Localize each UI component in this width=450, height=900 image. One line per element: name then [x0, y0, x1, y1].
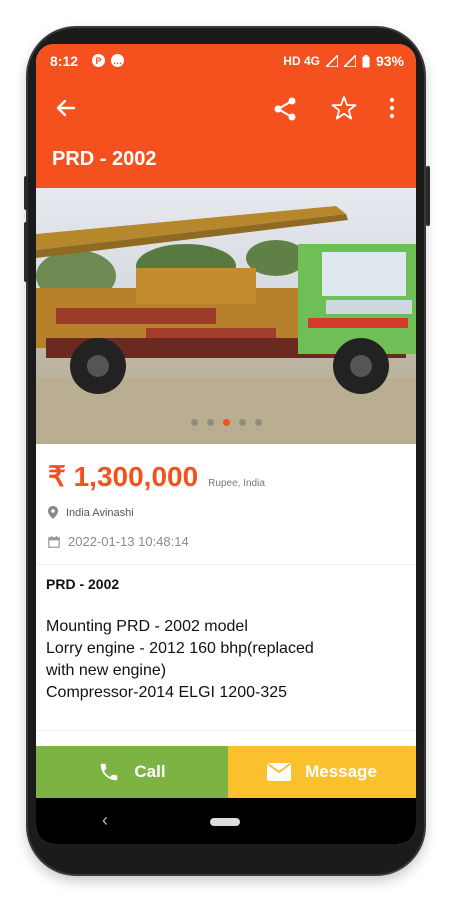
divider: [36, 730, 416, 731]
notification-app-icon: P: [92, 54, 105, 67]
description-line: Lorry engine - 2012 160 bhp(replaced: [46, 640, 314, 657]
gallery-dot[interactable]: [206, 419, 214, 426]
description-line: Mounting PRD - 2002 model: [46, 618, 248, 635]
app-bar: PRD - 2002: [36, 80, 416, 188]
message-button[interactable]: Message: [228, 746, 416, 798]
listing-title: PRD - 2002: [46, 576, 120, 592]
page-title: PRD - 2002: [52, 148, 157, 170]
share-icon[interactable]: [272, 96, 298, 122]
volume-up-button: [24, 176, 28, 210]
listing-photo[interactable]: [36, 188, 416, 444]
location-row: India Avinashi: [48, 506, 134, 519]
location-pin-icon: [48, 506, 58, 519]
drilling-rig-truck-image: [36, 206, 416, 444]
date-row: 2022-01-13 10:48:14: [48, 534, 189, 549]
battery-percent: 93%: [375, 53, 404, 69]
phone-icon: [101, 763, 118, 781]
gallery-pagination: [36, 419, 416, 426]
power-button: [426, 166, 430, 226]
calendar-icon: [48, 535, 60, 548]
action-bar: Call Message: [36, 746, 416, 798]
signal-icon-2: [343, 55, 356, 67]
back-arrow-icon[interactable]: [54, 96, 78, 120]
listing-price: ₹ 1,300,000: [48, 461, 199, 492]
call-button[interactable]: Call: [36, 746, 228, 798]
more-vert-icon[interactable]: [386, 96, 398, 120]
status-time: 8:12: [50, 53, 79, 69]
network-indicator: HD 4G: [283, 54, 320, 68]
currency-note: Rupee, India: [208, 478, 265, 489]
star-outline-icon[interactable]: [330, 94, 358, 122]
message-notification-icon: …: [111, 54, 124, 67]
volume-down-button: [24, 222, 28, 282]
nav-back-icon[interactable]: ‹: [102, 810, 108, 831]
gallery-dot[interactable]: [238, 419, 246, 426]
signal-icon: [325, 55, 338, 67]
gallery-dot[interactable]: [254, 419, 262, 426]
system-nav-bar: ‹: [36, 798, 416, 844]
listing-description: Mounting PRD - 2002 model Lorry engine -…: [46, 616, 406, 704]
price-row: ₹ 1,300,000 Rupee, India: [48, 460, 265, 493]
message-label: Message: [305, 762, 377, 781]
gallery-dot-active[interactable]: [222, 419, 230, 426]
description-line: with new engine): [46, 662, 167, 679]
listing-date: 2022-01-13 10:48:14: [68, 534, 189, 549]
gallery-dot[interactable]: [190, 419, 198, 426]
call-label: Call: [134, 762, 166, 781]
description-line: Compressor-2014 ELGI 1200-325: [46, 684, 288, 701]
envelope-icon: [267, 763, 292, 781]
listing-location: India Avinashi: [66, 506, 134, 519]
screen: 8:12 P … HD 4G 93% PRD - 2002 ₹ 1,300,00…: [36, 44, 416, 844]
divider: [36, 564, 416, 565]
battery-icon: [362, 54, 370, 67]
nav-home-pill[interactable]: [210, 818, 240, 826]
status-bar: 8:12 P … HD 4G 93%: [36, 44, 416, 80]
